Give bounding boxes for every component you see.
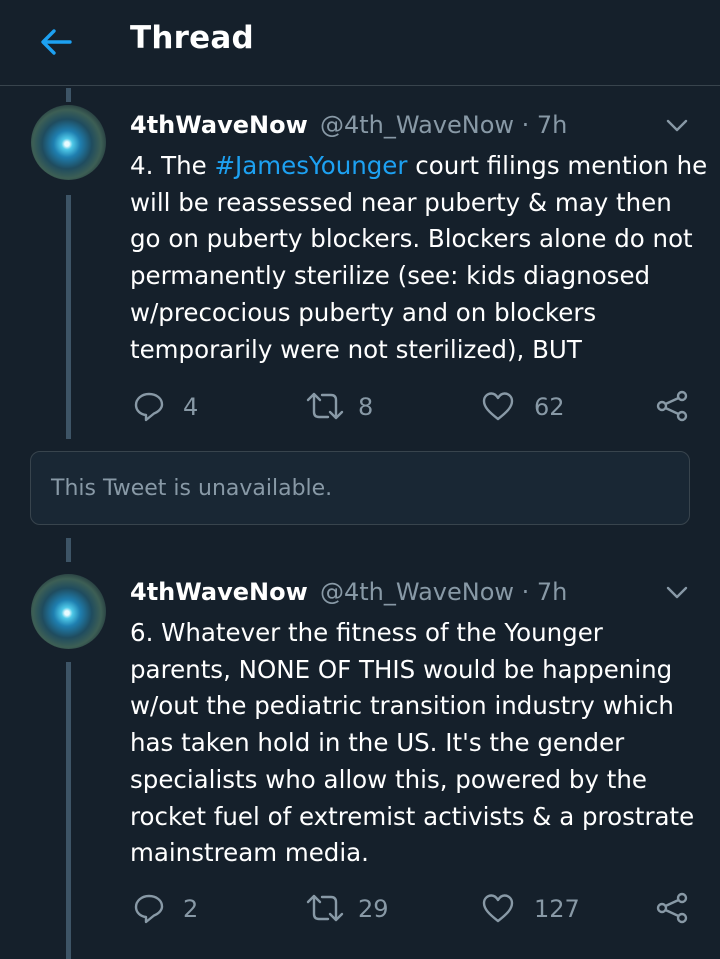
thread-connector-line [66, 538, 71, 562]
tweet-text-part: court filings mention he will be reasses… [130, 151, 708, 364]
unavailable-message: This Tweet is unavailable. [51, 476, 333, 501]
author-name[interactable]: 4thWaveNow [130, 578, 308, 606]
like-count: 127 [534, 895, 580, 923]
retweet-count: 8 [358, 393, 374, 421]
retweet-icon [306, 392, 344, 420]
hashtag-link[interactable]: #JamesYounger [215, 151, 408, 180]
heart-icon [482, 894, 514, 923]
avatar[interactable] [31, 105, 106, 180]
like-count: 62 [534, 393, 565, 421]
retweet-count: 29 [358, 895, 389, 923]
author-handle: @4th_WaveNow · 7h [320, 578, 568, 606]
chevron-down-icon[interactable] [666, 119, 688, 133]
thread-connector-line [66, 195, 71, 439]
unavailable-tweet-card: This Tweet is unavailable. [30, 451, 690, 525]
reply-count: 2 [183, 895, 199, 923]
retweet-icon [306, 894, 344, 922]
reply-icon [134, 894, 164, 924]
like-button[interactable]: 127 [481, 892, 591, 926]
tweet-text-part: 4. The [130, 151, 215, 180]
avatar[interactable] [31, 574, 106, 649]
retweet-button[interactable]: 29 [305, 892, 405, 926]
reply-icon [134, 392, 164, 422]
chevron-down-icon[interactable] [666, 586, 688, 600]
thread-connector-line [66, 662, 71, 959]
author-name[interactable]: 4thWaveNow [130, 111, 308, 139]
author-handle: @4th_WaveNow · 7h [320, 111, 568, 139]
reply-button[interactable]: 2 [133, 892, 213, 926]
tweet-text: 6. Whatever the fitness of the Younger p… [130, 618, 695, 868]
tweet-text: 4. The #JamesYounger court filings menti… [130, 148, 710, 368]
page-title: Thread [130, 20, 254, 56]
reply-count: 4 [183, 393, 199, 421]
share-icon[interactable] [655, 390, 689, 422]
like-button[interactable]: 62 [481, 390, 581, 424]
share-icon[interactable] [655, 892, 689, 924]
retweet-button[interactable]: 8 [305, 390, 395, 424]
reply-button[interactable]: 4 [133, 390, 213, 424]
heart-icon [482, 392, 514, 421]
thread-header: Thread [0, 0, 720, 86]
back-arrow-icon[interactable] [36, 22, 76, 62]
thread-connector-line [66, 88, 71, 102]
